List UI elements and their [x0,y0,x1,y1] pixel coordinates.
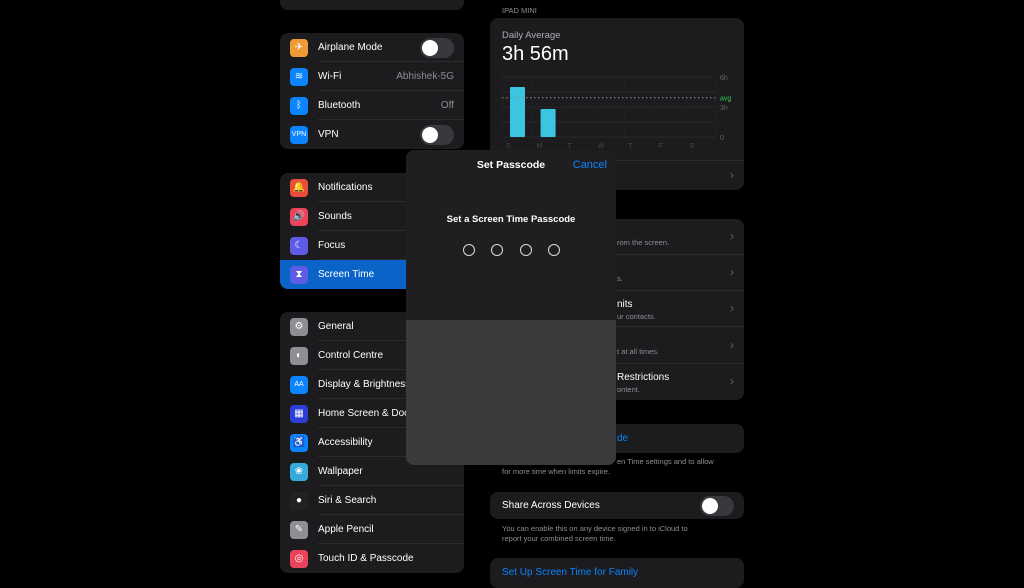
sidebar-item-label: Bluetooth [318,100,361,111]
sidebar-item-touch-id-passcode[interactable]: ◎ Touch ID & Passcode [280,544,464,573]
siri-icon: ● [290,491,308,510]
passcode-digit-2 [491,244,503,256]
bell-icon: 🔔 [290,178,308,197]
speaker-icon: 🔊 [290,207,308,226]
option-title: nits [617,299,633,311]
chevron-right-icon: › [730,265,734,280]
passcode-prompt: Set a Screen Time Passcode [446,214,576,225]
sidebar-item-label: Siri & Search [318,495,377,506]
x-tick-label: T [567,143,572,150]
pencil-icon: ✎ [290,520,308,539]
keyboard-area[interactable] [406,320,616,465]
sidebar-item-apple-pencil[interactable]: ✎ Apple Pencil [280,515,464,544]
sidebar-item-airplane-mode[interactable]: ✈ Airplane Mode [280,33,464,62]
sidebar-item-vpn[interactable]: VPN VPN [280,120,464,149]
sidebar-item-value: Off [440,100,454,111]
chevron-right-icon: › [730,373,734,388]
passcode-digit-1 [463,244,475,256]
chevron-right-icon: › [730,229,734,243]
fingerprint-icon: ◎ [290,549,308,568]
sidebar-item-label: Wallpaper [318,466,363,477]
sidebar-item-siri-search[interactable]: ● Siri & Search [280,486,464,515]
x-tick-label: T [628,143,633,150]
passcode-digit-3 [520,244,532,256]
set-passcode-dialog: Set Passcode Cancel Set a Screen Time Pa… [406,150,616,465]
passcode-footer-1: en Time settings and to allow [617,457,714,466]
chevron-right-icon: › [730,337,734,352]
family-card[interactable]: Set Up Screen Time for Family [490,558,744,588]
option-subtitle: t at all times. [617,346,660,356]
setup-family-link[interactable]: Set Up Screen Time for Family [502,567,638,578]
sidebar-item-label: Airplane Mode [318,42,383,53]
hourglass-icon: ⧗ [290,265,308,284]
y-tick-label: 0 [720,135,724,142]
option-subtitle: s. [617,274,623,284]
sidebar-item-value: Abhishek-5G [396,71,454,82]
device-label: IPAD MINI [502,6,537,15]
toggle-switch[interactable] [420,124,454,145]
share-across-devices-label: Share Across Devices [502,500,600,511]
flower-icon: ❀ [290,462,308,481]
moon-icon: ☾ [290,236,308,255]
y-tick-label: 3h [720,105,728,112]
option-subtitle: ontent. [617,384,640,394]
usage-chart: 6h 3h 0 S M T W T F Savg [501,75,731,150]
airplane-icon: ✈ [290,38,308,57]
sidebar-profile-group[interactable] [280,0,464,10]
option-subtitle: rom the screen. [617,238,670,247]
y-tick-label: 6h [720,75,728,82]
sidebar-item-label: Wi-Fi [318,71,342,82]
accessibility-icon: ♿ [290,433,308,452]
sidebar-item-label: Touch ID & Passcode [318,553,414,564]
chevron-right-icon: › [730,168,734,182]
average-label: avg [720,96,731,103]
gear-icon: ⚙ [290,317,308,336]
share-footer-2: report your combined screen time. [502,534,616,543]
sidebar-group-connectivity: ✈ Airplane Mode ≋ Wi-Fi Abhishek-5G ᛒ Bluetoot… [280,33,464,149]
sidebar-item-label: VPN [318,129,339,140]
cancel-button[interactable]: Cancel [573,159,607,171]
passcode-digit-4 [548,244,560,256]
passcode-footer-2: for more time when limits expire. [502,467,610,476]
bar-1 [540,109,556,137]
bluetooth-icon: ᛒ [290,96,308,115]
share-across-devices-toggle[interactable] [700,495,734,516]
option-subtitle: ur contacts. [617,312,656,322]
sidebar-item-bluetooth[interactable]: ᛒ Bluetooth Off [280,91,464,120]
home-grid-icon: ▦ [290,404,308,423]
x-tick-label: W [598,143,605,150]
use-passcode-link[interactable]: de [617,433,628,444]
x-tick-label: M [537,143,543,150]
toggle-switch[interactable] [420,37,454,58]
share-footer-1: You can enable this on any device signed… [502,524,688,533]
share-across-devices-row: Share Across Devices [490,492,744,519]
sidebar-item-wi-fi[interactable]: ≋ Wi-Fi Abhishek-5G [280,62,464,91]
chevron-right-icon: › [730,301,734,316]
vpn-icon: VPN [290,125,308,144]
x-tick-label: F [659,143,663,150]
option-title: Restrictions [617,371,670,383]
x-tick-label: S [689,143,694,150]
wifi-icon: ≋ [290,67,308,86]
text-size-icon: AA [290,375,308,394]
x-tick-label: S [506,143,511,150]
switches-icon: ◐ [290,346,308,365]
bar-0 [510,87,525,137]
sidebar-item-label: Apple Pencil [318,524,374,535]
